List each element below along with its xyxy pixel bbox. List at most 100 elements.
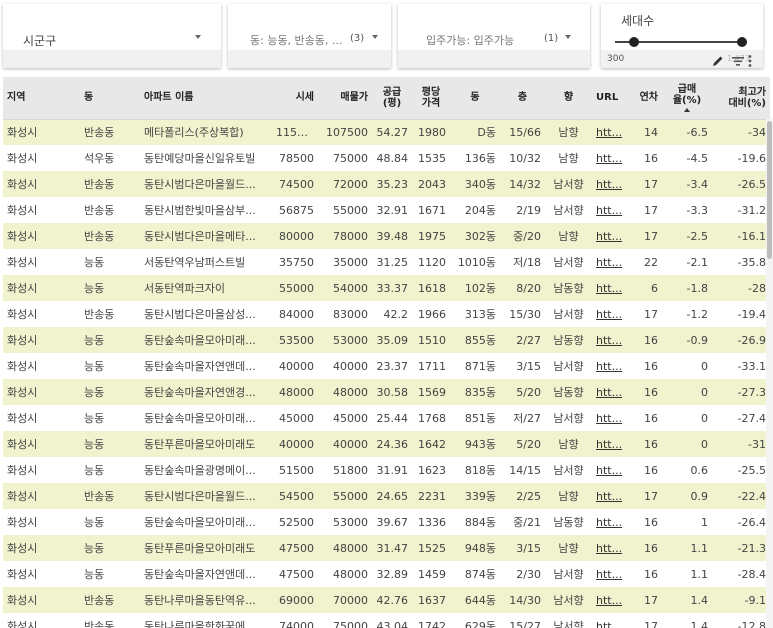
cell-direction: 남서향 <box>553 308 584 321</box>
cell-apt-name: 동탄숲속마을자연앤데... <box>144 360 256 373</box>
table-row[interactable]: 화성시 능동 동탄푸른마을모아미래도 47500 48000 31.47 1525 948동 3… <box>3 535 770 561</box>
table-row[interactable]: 화성시 반송동 동탄시범다은마을삼성... 84000 83000 42.2 1966 313… <box>3 301 770 327</box>
table-row[interactable]: 화성시 능동 동탄숲속마을자연앤경... 48000 48000 30.58 1569 835… <box>3 379 770 405</box>
cell-price-per-pyeong: 1742 <box>418 619 446 628</box>
more-vert-icon[interactable] <box>747 54 753 68</box>
table-row[interactable]: 화성시 석우동 동탄예당마을신일유토빌 78500 75000 48.84 1535 136동… <box>3 145 770 171</box>
chevron-down-icon[interactable] <box>372 35 378 39</box>
vertical-scrollbar[interactable] <box>766 119 773 628</box>
listing-link[interactable]: htt... <box>592 171 627 197</box>
listing-link[interactable]: htt... <box>592 119 627 145</box>
scrollbar-thumb[interactable] <box>767 121 772 259</box>
cell-vs-max-price: -19.6 <box>737 151 766 165</box>
col-header-url[interactable]: URL <box>592 77 627 120</box>
table-row[interactable]: 화성시 능동 동탄푸른마을모아미래도 40000 40000 24.36 1642 943동 5… <box>3 431 770 457</box>
cell-floor: 14/30 <box>509 593 541 607</box>
listing-link[interactable]: htt... <box>592 197 627 223</box>
filter-bar: 시군구 동: 능동, 반송동, ... (3) 입주가능: 입주가능 (1) 세… <box>0 0 773 72</box>
chevron-down-icon[interactable] <box>195 35 201 39</box>
cell-listing-price: 70000 <box>333 593 368 607</box>
listing-link[interactable]: htt... <box>592 405 627 431</box>
cell-dong: 반송동 <box>84 308 115 321</box>
col-header-price-per-pyeong[interactable]: 평당 가격 <box>412 77 450 120</box>
listing-link[interactable]: htt... <box>592 379 627 405</box>
movein-filter[interactable]: 입주가능: 입주가능 (1) <box>398 4 590 68</box>
table-row[interactable]: 화성시 능동 동탄숲속마을광명메이... 51500 51800 31.91 1623 818… <box>3 457 770 483</box>
listing-link[interactable]: htt... <box>592 145 627 171</box>
table-row[interactable]: 화성시 반송동 동탄나루마을동탄역유... 69000 70000 42.76 1637 64… <box>3 587 770 613</box>
col-header-vs-max-price[interactable]: 최고가 대비(%) <box>712 77 770 120</box>
col-header-years[interactable]: 연차 <box>627 77 662 120</box>
cell-price-per-pyeong: 1980 <box>418 125 446 139</box>
table-row[interactable]: 화성시 능동 동탄숲속마을자연앤데... 47500 48000 32.89 1459 874… <box>3 561 770 587</box>
cell-apt-name: 동탄푸른마을모아미래도 <box>144 438 256 451</box>
listing-link[interactable]: htt... <box>592 587 627 613</box>
col-header-urgent-rate[interactable]: 급매 율(%) <box>662 77 712 120</box>
listing-link[interactable]: htt... <box>592 327 627 353</box>
col-header-market-price[interactable]: 시세 <box>272 77 318 120</box>
dong-filter[interactable]: 동: 능동, 반송동, ... (3) <box>228 4 391 68</box>
col-header-floor[interactable]: 층 <box>500 77 545 120</box>
table-row[interactable]: 화성시 반송동 동탄시범한빛마을삼부... 56875 55000 32.91 1671 20… <box>3 197 770 223</box>
cell-dong: 반송동 <box>84 178 115 191</box>
pencil-icon[interactable] <box>711 54 725 68</box>
cell-urgent-rate: 0 <box>701 437 708 451</box>
table-body: 화성시 반송동 메타폴리스(주상복합) 115000 107500 54.27 1980 D동… <box>3 119 770 628</box>
table-row[interactable]: 화성시 반송동 동탄시범다은마을월드... 54500 55000 24.65 2231 33… <box>3 483 770 509</box>
listing-link[interactable]: htt... <box>592 353 627 379</box>
listing-link[interactable]: htt... <box>592 613 627 628</box>
listing-link[interactable]: htt... <box>592 223 627 249</box>
table-row[interactable]: 화성시 능동 동탄숲속마을자연앤데... 40000 40000 23.37 1711 871… <box>3 353 770 379</box>
col-header-direction[interactable]: 향 <box>545 77 592 120</box>
col-header-region[interactable]: 지역 <box>3 77 80 120</box>
cell-years: 16 <box>644 463 658 477</box>
households-slider-max-handle[interactable] <box>737 37 747 47</box>
listing-link[interactable]: htt... <box>592 561 627 587</box>
col-header-supply-area[interactable]: 공급 (평) <box>372 77 412 120</box>
table-row[interactable]: 화성시 능동 동탄숲속마을모아미래... 53500 53000 35.09 1510 855… <box>3 327 770 353</box>
cell-supply-area: 24.65 <box>376 489 409 503</box>
listing-link[interactable]: htt... <box>592 431 627 457</box>
table-row[interactable]: 화성시 반송동 동탄시범다은마을메타... 80000 78000 39.48 1975 30… <box>3 223 770 249</box>
table-row[interactable]: 화성시 능동 서동탄역파크자이 55000 54000 33.37 1618 102동 8/20… <box>3 275 770 301</box>
listing-link[interactable]: htt... <box>592 483 627 509</box>
listing-link[interactable]: htt... <box>592 535 627 561</box>
households-slider-min-handle[interactable] <box>629 37 639 47</box>
table-row[interactable]: 화성시 능동 동탄숲속마을모아미래... 45000 45000 25.44 1768 851… <box>3 405 770 431</box>
cell-region: 화성시 <box>7 334 38 347</box>
cell-direction: 남서향 <box>553 464 584 477</box>
cell-years: 16 <box>644 411 658 425</box>
cell-years: 16 <box>644 333 658 347</box>
col-header-dong[interactable]: 동 <box>80 77 140 120</box>
cell-supply-area: 42.2 <box>383 307 409 321</box>
cell-building: D동 <box>477 126 496 140</box>
listing-link[interactable]: htt... <box>592 457 627 483</box>
table-row[interactable]: 화성시 반송동 메타폴리스(주상복합) 115000 107500 54.27 1980 D동… <box>3 119 770 145</box>
cell-listing-price: 40000 <box>333 437 368 451</box>
filter-icon[interactable] <box>731 55 745 67</box>
cell-urgent-rate: 1.1 <box>690 541 709 555</box>
cell-supply-area: 42.76 <box>376 593 409 607</box>
listing-link[interactable]: htt... <box>592 509 627 535</box>
col-header-apt-name[interactable]: 아파트 이름 <box>140 77 272 120</box>
listing-link[interactable]: htt... <box>592 301 627 327</box>
cell-urgent-rate: 1.4 <box>690 619 709 628</box>
col-header-building[interactable]: 동 <box>450 77 500 120</box>
cell-apt-name: 동탄숲속마을모아미래... <box>144 412 256 425</box>
table-row[interactable]: 화성시 능동 동탄숲속마을모아미래... 52500 53000 39.67 1336 884… <box>3 509 770 535</box>
table-row[interactable]: 화성시 반송동 동탄시범다은마을월드... 74500 72000 35.23 2043 34… <box>3 171 770 197</box>
table-row[interactable]: 화성시 반송동 동탄나루마을한화꿈에... 74000 75000 43.04 1742 62… <box>3 613 770 628</box>
sigungu-filter[interactable]: 시군구 <box>3 4 221 68</box>
listing-link[interactable]: htt... <box>592 275 627 301</box>
cell-direction: 남동향 <box>553 334 584 347</box>
table-row[interactable]: 화성시 능동 서동탄역우남퍼스트빌 35750 35000 31.25 1120 1010동 저… <box>3 249 770 275</box>
cell-urgent-rate: 1.4 <box>690 593 709 607</box>
cell-years: 17 <box>644 489 658 503</box>
chevron-down-icon[interactable] <box>565 35 571 39</box>
cell-supply-area: 48.84 <box>376 151 409 165</box>
cell-building: 204동 <box>464 204 496 217</box>
listing-link[interactable]: htt... <box>592 249 627 275</box>
cell-urgent-rate: 1 <box>701 515 708 529</box>
cell-dong: 반송동 <box>84 230 115 243</box>
col-header-listing-price[interactable]: 매물가 <box>318 77 372 120</box>
